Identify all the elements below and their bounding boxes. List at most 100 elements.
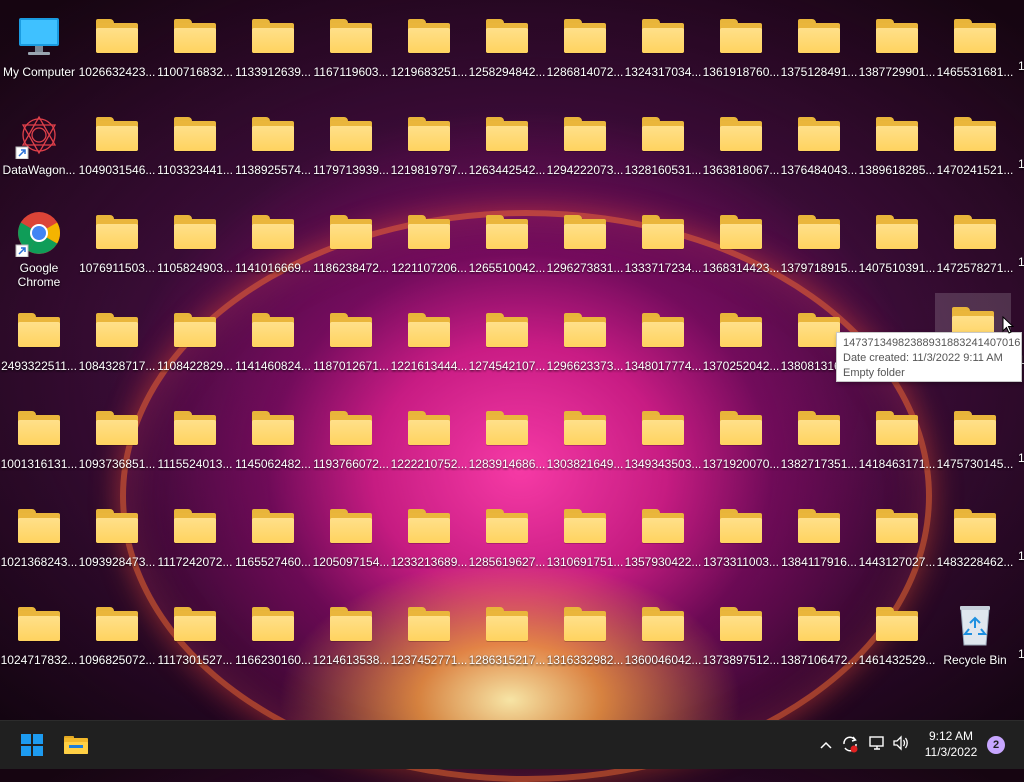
folder-item[interactable]: 1360046042... xyxy=(625,593,701,689)
folder-item[interactable]: 1286814072... xyxy=(547,5,623,101)
folder-item[interactable]: 1296623373... xyxy=(547,299,623,395)
folder-item[interactable]: 1117301527... xyxy=(157,593,233,689)
recycle-bin-item[interactable]: Recycle Bin xyxy=(937,593,1013,689)
folder-item[interactable]: 1141460824... xyxy=(235,299,311,395)
folder-item[interactable]: 1115524013... xyxy=(157,397,233,493)
icon-label: 1021368243... xyxy=(0,555,78,569)
folder-item[interactable]: 1349343503... xyxy=(625,397,701,493)
folder-item[interactable]: 1001316131... xyxy=(1,397,77,493)
folder-item[interactable]: 1316332982... xyxy=(547,593,623,689)
folder-item[interactable]: 1093928473... xyxy=(79,495,155,591)
folder-item[interactable]: 1357930422... xyxy=(625,495,701,591)
folder-item[interactable]: 1483228462... xyxy=(937,495,1013,591)
folder-item[interactable]: 1145062482... xyxy=(235,397,311,493)
folder-item[interactable]: 1283914686... xyxy=(469,397,545,493)
folder-item[interactable]: 1373311003... xyxy=(703,495,779,591)
folder-item[interactable]: 1371920070... xyxy=(703,397,779,493)
start-button[interactable] xyxy=(16,729,48,761)
folder-item[interactable]: 1368314423... xyxy=(703,201,779,297)
folder-item[interactable]: 1310691751... xyxy=(547,495,623,591)
folder-item[interactable]: 1187012671... xyxy=(313,299,389,395)
sync-status-icon[interactable] xyxy=(840,735,860,755)
folder-item[interactable]: 1472578271... xyxy=(937,201,1013,297)
folder-item[interactable]: 1461432529... xyxy=(859,593,935,689)
folder-item-hovered[interactable] xyxy=(935,293,1011,341)
folder-item[interactable]: 1465531681... xyxy=(937,5,1013,101)
folder-item[interactable]: 1179713939... xyxy=(313,103,389,199)
folder-item[interactable]: 1387106472... xyxy=(781,593,857,689)
folder-item[interactable]: 1186238472... xyxy=(313,201,389,297)
folder-item[interactable]: 1375128491... xyxy=(781,5,857,101)
folder-item[interactable]: 1100716832... xyxy=(157,5,233,101)
folder-item[interactable]: 1096825072... xyxy=(79,593,155,689)
folder-item[interactable]: 1138925574... xyxy=(235,103,311,199)
my-computer-icon-item[interactable]: My Computer xyxy=(1,5,77,101)
folder-item[interactable]: 1286315217... xyxy=(469,593,545,689)
folder-item[interactable]: 1141016669... xyxy=(235,201,311,297)
folder-item[interactable]: 1384117916... xyxy=(781,495,857,591)
folder-item[interactable]: 1296273831... xyxy=(547,201,623,297)
folder-item[interactable]: 1470241521... xyxy=(937,103,1013,199)
notification-badge[interactable]: 2 xyxy=(987,736,1005,754)
folder-item[interactable]: 1108422829... xyxy=(157,299,233,395)
folder-item[interactable]: 1265510042... xyxy=(469,201,545,297)
folder-item[interactable]: 1049031546... xyxy=(79,103,155,199)
folder-item[interactable]: 1328160531... xyxy=(625,103,701,199)
folder-item[interactable]: 1205097154... xyxy=(313,495,389,591)
folder-item[interactable]: 1221613444... xyxy=(391,299,467,395)
folder-item[interactable]: 2493322511... xyxy=(1,299,77,395)
folder-item[interactable]: 1193766072... xyxy=(313,397,389,493)
folder-item[interactable]: 1165527460... xyxy=(235,495,311,591)
icon-label: 1349343503... xyxy=(624,457,702,471)
taskbar-clock[interactable]: 9:12 AM 11/3/2022 xyxy=(918,728,984,760)
folder-item[interactable]: 1093736851... xyxy=(79,397,155,493)
google-chrome-shortcut[interactable]: Google Chrome xyxy=(1,201,77,297)
folder-item[interactable]: 1418463171... xyxy=(859,397,935,493)
folder-item[interactable]: 1219683251... xyxy=(391,5,467,101)
folder-item[interactable]: 1361918760... xyxy=(703,5,779,101)
folder-item[interactable]: 1214613538... xyxy=(313,593,389,689)
folder-item[interactable]: 1076911503... xyxy=(79,201,155,297)
folder-item[interactable]: 1219819797... xyxy=(391,103,467,199)
folder-item[interactable]: 1258294842... xyxy=(469,5,545,101)
volume-icon[interactable] xyxy=(891,735,911,755)
folder-item[interactable]: 1233213689... xyxy=(391,495,467,591)
folder-item[interactable]: 1333717234... xyxy=(625,201,701,297)
folder-item[interactable]: 1133912639... xyxy=(235,5,311,101)
network-icon[interactable] xyxy=(867,735,887,755)
folder-item[interactable]: 1382717351... xyxy=(781,397,857,493)
folder-item[interactable]: 1373897512... xyxy=(703,593,779,689)
file-explorer-button[interactable] xyxy=(60,729,92,761)
folder-item[interactable]: 1285619627... xyxy=(469,495,545,591)
folder-item[interactable]: 1084328717... xyxy=(79,299,155,395)
folder-item[interactable]: 1363818067... xyxy=(703,103,779,199)
folder-item[interactable]: 1387729901... xyxy=(859,5,935,101)
folder-item[interactable]: 1024717832... xyxy=(1,593,77,689)
folder-item[interactable]: 1222210752... xyxy=(391,397,467,493)
icon-label: 1117301527... xyxy=(157,653,233,667)
folder-item[interactable]: 1303821649... xyxy=(547,397,623,493)
folder-item[interactable]: 1379718915... xyxy=(781,201,857,297)
folder-item[interactable]: 1221107206... xyxy=(391,201,467,297)
folder-item[interactable]: 1389618285... xyxy=(859,103,935,199)
folder-item[interactable]: 1117242072... xyxy=(157,495,233,591)
show-hidden-icons-chevron-icon[interactable] xyxy=(816,735,836,755)
folder-item[interactable]: 1294222073... xyxy=(547,103,623,199)
folder-item[interactable]: 1237452771... xyxy=(391,593,467,689)
folder-item[interactable]: 1407510391... xyxy=(859,201,935,297)
folder-item[interactable]: 1103323441... xyxy=(157,103,233,199)
datawagon-shortcut[interactable]: DataWagon... xyxy=(1,103,77,199)
folder-item[interactable]: 1443127027... xyxy=(859,495,935,591)
folder-item[interactable]: 1105824903... xyxy=(157,201,233,297)
folder-item[interactable]: 1263442542... xyxy=(469,103,545,199)
folder-item[interactable]: 1324317034... xyxy=(625,5,701,101)
folder-item[interactable]: 1167119603... xyxy=(313,5,389,101)
folder-item[interactable]: 1376484043... xyxy=(781,103,857,199)
folder-item[interactable]: 1348017774... xyxy=(625,299,701,395)
folder-item[interactable]: 1021368243... xyxy=(1,495,77,591)
folder-item[interactable]: 1274542107... xyxy=(469,299,545,395)
folder-item[interactable]: 1026632423... xyxy=(79,5,155,101)
folder-item[interactable]: 1475730145... xyxy=(937,397,1013,493)
folder-item[interactable]: 1370252042... xyxy=(703,299,779,395)
folder-item[interactable]: 1166230160... xyxy=(235,593,311,689)
